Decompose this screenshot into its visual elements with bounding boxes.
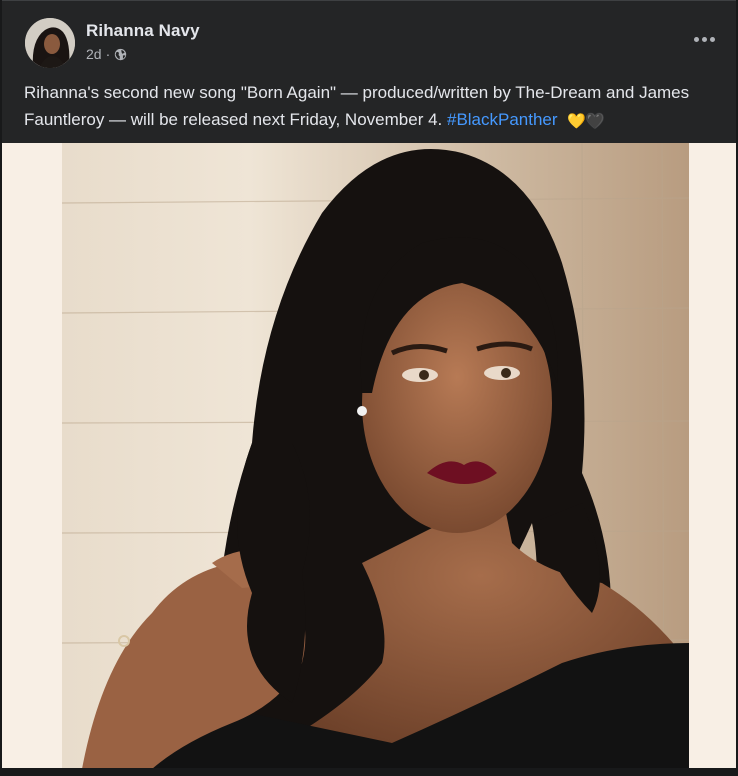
post-caption: Rihanna's second new song "Born Again" —… bbox=[24, 79, 714, 135]
post-time[interactable]: 2d bbox=[86, 46, 102, 62]
more-options-button[interactable] bbox=[690, 29, 718, 49]
avatar-image bbox=[25, 18, 75, 68]
post-meta: 2d · bbox=[86, 46, 127, 62]
meta-separator: · bbox=[105, 46, 111, 62]
post-photo bbox=[62, 143, 689, 769]
feed-bottom-border bbox=[0, 768, 738, 776]
author-name[interactable]: Rihanna Navy bbox=[86, 21, 200, 41]
globe-icon[interactable] bbox=[114, 48, 127, 61]
feed-post: Rihanna Navy 2d · Rihanna's second new s… bbox=[2, 0, 736, 769]
hashtag-link[interactable]: #BlackPanther bbox=[447, 110, 558, 129]
black-heart-emoji: 🖤 bbox=[585, 113, 605, 130]
post-header: Rihanna Navy 2d · bbox=[2, 1, 736, 73]
more-dot bbox=[709, 36, 715, 42]
author-avatar[interactable] bbox=[25, 18, 75, 68]
more-options-icon bbox=[693, 36, 699, 42]
post-media[interactable] bbox=[2, 143, 736, 769]
yellow-heart-emoji: 💛 bbox=[567, 113, 586, 130]
more-dot bbox=[701, 36, 707, 42]
